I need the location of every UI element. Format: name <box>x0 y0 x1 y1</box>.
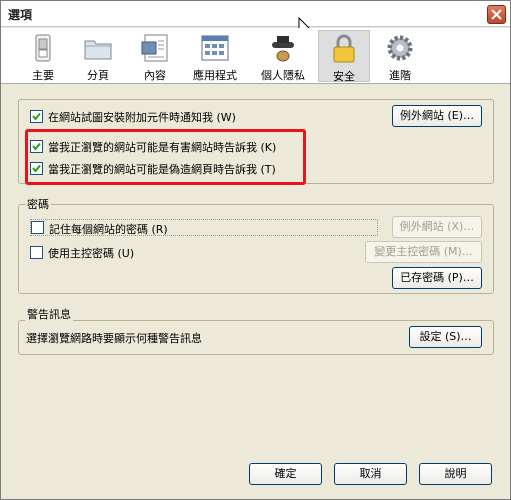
applications-icon <box>201 35 229 61</box>
forgery-checkbox[interactable] <box>30 162 43 175</box>
remember-passwords-label: 記住每個網站的密碼 (R) <box>49 223 168 236</box>
tab-privacy-label: 個人隱私 <box>261 69 305 82</box>
tab-privacy[interactable]: 個人隱私 <box>255 30 311 82</box>
tab-advanced-label: 進階 <box>389 69 411 82</box>
warnings-settings-button[interactable]: 設定 (S)… <box>409 326 482 348</box>
addons-exceptions-button[interactable]: 例外網站 (E)… <box>392 105 482 127</box>
attack-site-checkbox[interactable] <box>30 140 43 153</box>
passwords-exceptions-button[interactable]: 例外網站 (X)… <box>392 216 482 238</box>
tab-tabs-label: 分頁 <box>87 69 109 82</box>
checkmark-icon <box>32 142 41 151</box>
saved-passwords-button[interactable]: 已存密碼 (P)… <box>392 267 482 289</box>
warnings-description: 選擇瀏覽網路時要顯示何種警告訊息 <box>26 332 202 345</box>
window-title: 選項 <box>8 8 33 22</box>
content-page-icon <box>141 34 168 62</box>
master-password-label: 使用主控密碼 (U) <box>48 247 135 260</box>
tab-tabs[interactable]: 分頁 <box>78 30 118 82</box>
master-password-checkbox[interactable] <box>30 246 43 259</box>
preferences-toolbar: 主要 分頁 內容 應用程式 個人隱私 安全 進階 <box>1 28 510 84</box>
tab-main[interactable]: 主要 <box>23 30 63 82</box>
help-button[interactable]: 說明 <box>419 463 492 485</box>
forgery-label: 當我正瀏覽的網站可能是偽造網頁時告訴我 (T) <box>48 163 276 176</box>
checkmark-icon <box>32 112 41 121</box>
tab-applications[interactable]: 應用程式 <box>187 30 243 82</box>
change-master-password-button[interactable]: 變更主控密碼 (M)… <box>365 241 482 263</box>
main-switch-icon <box>35 34 51 62</box>
warn-install-label: 在網站試圖安裝附加元件時通知我 (W) <box>48 111 236 124</box>
remember-passwords-checkbox[interactable] <box>31 221 44 234</box>
options-window: 選項 主要 分頁 內容 應用程式 個人隱私 安全 進階 在網站試圖安裝附加元件時… <box>0 0 511 500</box>
close-button[interactable] <box>487 5 506 24</box>
tab-advanced[interactable]: 進階 <box>380 30 420 82</box>
checkmark-icon <box>32 164 41 173</box>
tab-security-label: 安全 <box>333 70 355 83</box>
advanced-gear-icon <box>387 35 413 61</box>
warn-install-checkbox[interactable] <box>30 110 43 123</box>
tab-applications-label: 應用程式 <box>193 69 237 82</box>
passwords-group-title: 密碼 <box>25 196 51 212</box>
tabs-folder-icon <box>84 40 112 60</box>
tab-main-label: 主要 <box>32 69 54 82</box>
close-icon <box>491 9 502 20</box>
title-bar: 選項 <box>1 1 510 38</box>
remember-passwords-row[interactable]: 記住每個網站的密碼 (R) <box>30 219 378 236</box>
tab-security[interactable]: 安全 <box>318 30 370 83</box>
tab-content[interactable]: 內容 <box>135 30 175 82</box>
tab-content-label: 內容 <box>144 69 166 82</box>
attack-site-label: 當我正瀏覽的網站可能是有害網站時告訴我 (K) <box>48 141 277 154</box>
cancel-button[interactable]: 取消 <box>334 463 407 485</box>
ok-button[interactable]: 確定 <box>249 463 322 485</box>
security-lock-icon <box>333 34 355 63</box>
privacy-mask-icon <box>272 36 294 62</box>
warnings-group-title: 警告訊息 <box>25 306 73 322</box>
